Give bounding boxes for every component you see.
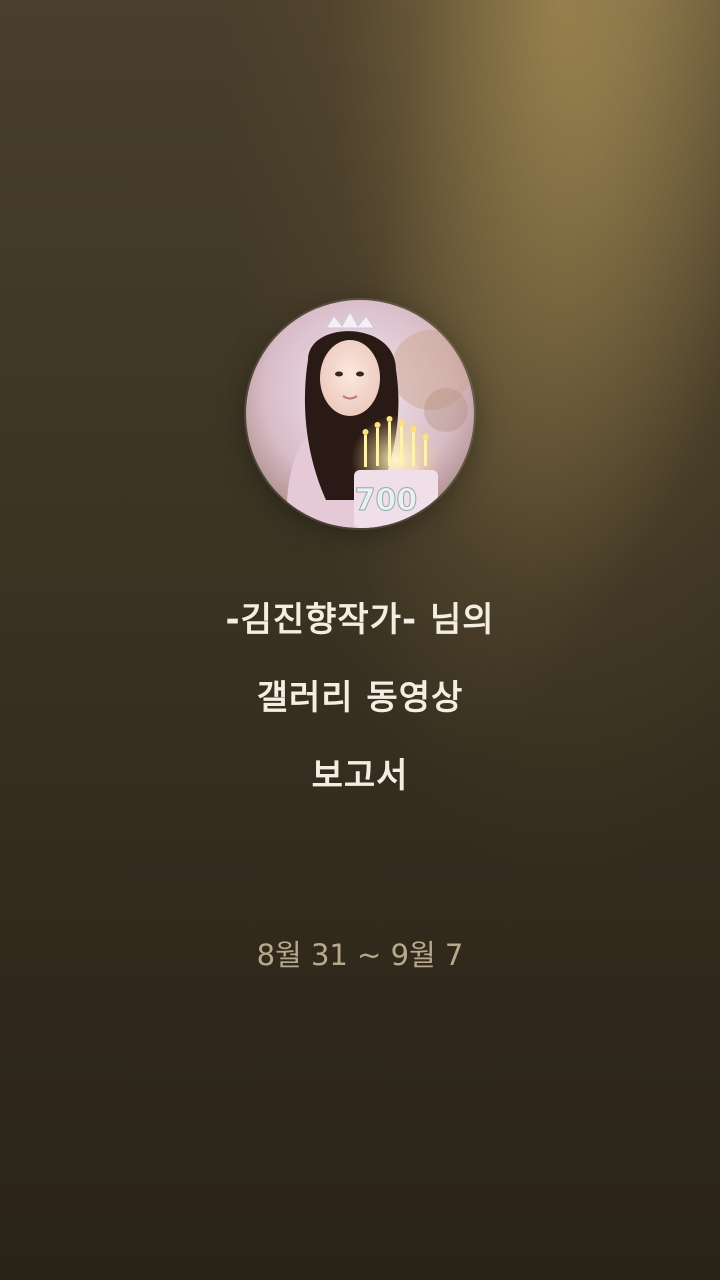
report-owner-title: -김진향작가- 님의 [225, 600, 495, 640]
report-label-title: 보고서 [311, 756, 409, 796]
profile-avatar: 700 [246, 300, 474, 528]
report-subject-title: 갤러리 동영상 [256, 678, 464, 718]
avatar-cake-number: 700 [355, 483, 418, 518]
report-date-range: 8월 31 ~ 9월 7 [256, 938, 464, 972]
report-cover-screen: 700 -김진향작가- 님의 갤러리 동영상 보고서 8월 31 ~ 9월 7 [0, 0, 720, 1280]
